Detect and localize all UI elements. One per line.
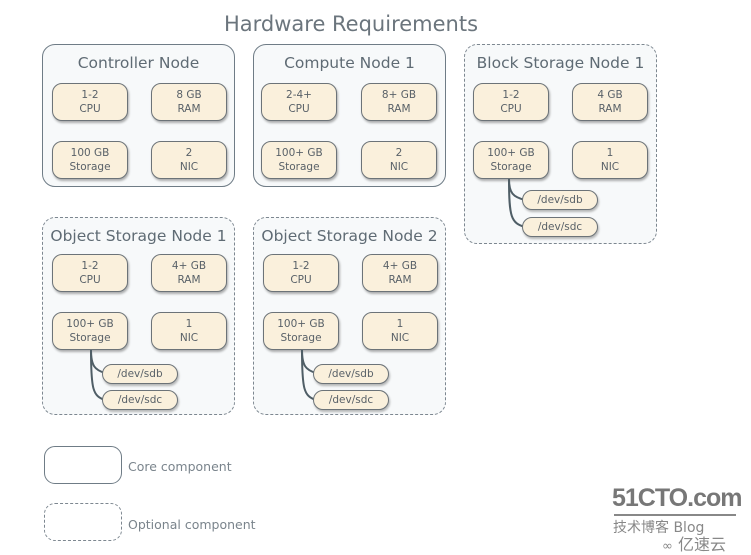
resource-label: Storage bbox=[278, 161, 320, 173]
resource-value: 1-2 bbox=[81, 89, 99, 101]
resource-value: 100+ GB bbox=[275, 147, 323, 159]
block-storage-node-1: Block Storage Node 1 1-2 CPU 4 GB RAM 10… bbox=[464, 44, 657, 244]
resource-label: NIC bbox=[389, 161, 409, 173]
controller-node: Controller Node 1-2 CPU 8 GB RAM 100 GB … bbox=[42, 44, 235, 187]
resource-label: Storage bbox=[69, 161, 111, 173]
legend-optional-label: Optional component bbox=[128, 517, 256, 532]
diagram-title: Hardware Requirements bbox=[223, 12, 479, 36]
watermark-brand: 51CTO.com bbox=[612, 484, 742, 512]
watermark-partner-label: 亿速云 bbox=[677, 535, 726, 554]
watermark-underline bbox=[614, 514, 736, 516]
device-sdb: /dev/sdb bbox=[522, 190, 598, 210]
device-connector bbox=[301, 349, 317, 401]
device-connector bbox=[90, 349, 106, 401]
device-sdc: /dev/sdc bbox=[102, 390, 178, 410]
partner-logo-icon: ∞ bbox=[662, 539, 673, 554]
compute-node-1: Compute Node 1 2-4+ CPU 8+ GB RAM 100+ G… bbox=[253, 44, 446, 187]
resource-label: CPU bbox=[79, 103, 101, 115]
legend-core-swatch bbox=[44, 446, 122, 484]
node-title: Controller Node bbox=[77, 54, 200, 72]
ram-resource: 8 GB RAM bbox=[151, 83, 227, 121]
object-storage-node-2: Object Storage Node 2 1-2 CPU 4+ GB RAM … bbox=[253, 217, 446, 415]
legend-core-label: Core component bbox=[128, 459, 232, 474]
node-title: Compute Node 1 bbox=[284, 54, 415, 72]
watermark-partner: ∞ 亿速云 bbox=[662, 531, 726, 555]
resource-label: RAM bbox=[387, 103, 411, 115]
resource-value: 8 GB bbox=[176, 89, 202, 101]
legend-optional-swatch bbox=[44, 503, 122, 541]
device-sdb: /dev/sdb bbox=[313, 364, 389, 384]
resource-value: 2 bbox=[395, 147, 403, 159]
cpu-resource: 1-2 CPU bbox=[52, 83, 128, 121]
device-sdc: /dev/sdc bbox=[313, 390, 389, 410]
resource-label: RAM bbox=[177, 103, 201, 115]
device-sdb: /dev/sdb bbox=[102, 364, 178, 384]
object-storage-node-1: Object Storage Node 1 1-2 CPU 4+ GB RAM … bbox=[42, 217, 235, 415]
cpu-resource: 2-4+ CPU bbox=[261, 83, 337, 121]
storage-resource: 100+ GB Storage bbox=[261, 141, 337, 179]
resource-value: 100 GB bbox=[70, 147, 110, 159]
resource-value: 2 bbox=[185, 147, 193, 159]
nic-resource: 2 NIC bbox=[361, 141, 437, 179]
resource-value: 2-4+ bbox=[286, 89, 312, 101]
storage-resource: 100 GB Storage bbox=[52, 141, 128, 179]
resource-label: NIC bbox=[179, 161, 199, 173]
device-sdc: /dev/sdc bbox=[522, 217, 598, 237]
nic-resource: 2 NIC bbox=[151, 141, 227, 179]
resource-value: 8+ GB bbox=[381, 89, 417, 101]
resource-label: CPU bbox=[288, 103, 310, 115]
ram-resource: 8+ GB RAM bbox=[361, 83, 437, 121]
device-connector bbox=[508, 178, 526, 228]
